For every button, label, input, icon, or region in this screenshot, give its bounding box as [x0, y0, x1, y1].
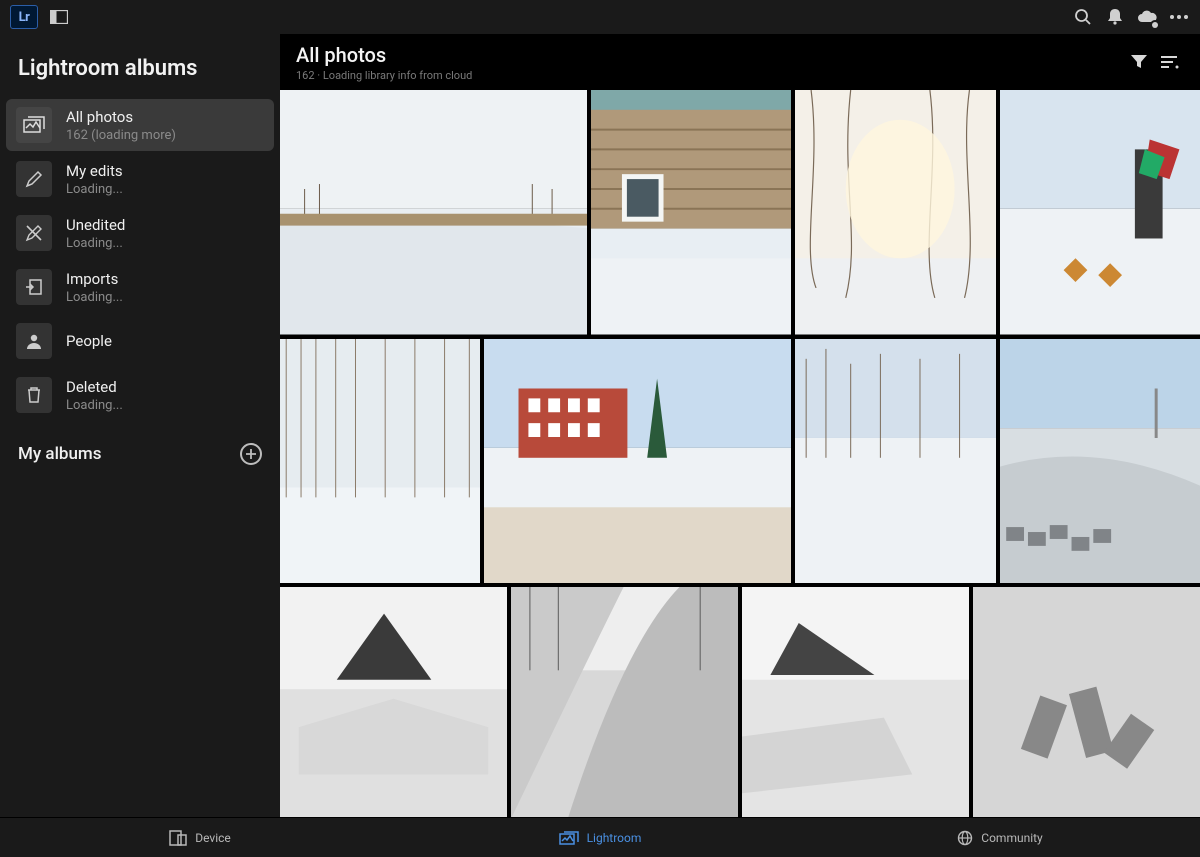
photo-thumbnail[interactable]	[973, 587, 1200, 817]
tab-device[interactable]: Device	[0, 830, 400, 846]
image-stack-icon	[16, 107, 52, 143]
photo-thumbnail[interactable]	[795, 339, 995, 584]
more-icon[interactable]	[1168, 6, 1190, 28]
photo-thumbnail[interactable]	[280, 339, 480, 584]
filter-icon[interactable]	[1124, 47, 1154, 77]
tab-community[interactable]: Community	[800, 830, 1200, 846]
sidebar-item-sublabel: Loading...	[66, 398, 123, 413]
sidebar-item-label: People	[66, 332, 112, 350]
import-icon	[16, 269, 52, 305]
sidebar-item-all-photos[interactable]: All photos 162 (loading more)	[6, 99, 274, 151]
panel-toggle-icon[interactable]	[48, 6, 70, 28]
sidebar-item-my-edits[interactable]: My edits Loading...	[6, 153, 274, 205]
my-albums-label: My albums	[18, 444, 101, 464]
photo-thumbnail[interactable]	[795, 90, 995, 335]
photo-thumbnail[interactable]	[280, 90, 587, 335]
sidebar-item-label: Unedited	[66, 216, 125, 234]
content-area: All photos 162 · Loading library info fr…	[280, 34, 1200, 817]
bottom-tab-bar: Device Lightroom Community	[0, 817, 1200, 857]
content-subtitle: 162 · Loading library info from cloud	[296, 69, 472, 82]
person-icon	[16, 323, 52, 359]
photo-grid	[280, 90, 1200, 817]
photo-thumbnail[interactable]	[1000, 339, 1200, 584]
sidebar-item-sublabel: 162 (loading more)	[66, 128, 176, 143]
trash-icon	[16, 377, 52, 413]
sidebar-item-label: My edits	[66, 162, 123, 180]
sidebar-item-label: All photos	[66, 108, 176, 126]
sidebar-item-imports[interactable]: Imports Loading...	[6, 261, 274, 313]
sidebar-item-sublabel: Loading...	[66, 290, 123, 305]
sidebar-nav-list: All photos 162 (loading more) My edits L…	[6, 99, 274, 421]
sidebar: Lightroom albums All photos 162 (loading…	[0, 34, 280, 817]
sidebar-item-label: Imports	[66, 270, 123, 288]
sidebar-item-people[interactable]: People	[6, 315, 274, 367]
photo-thumbnail[interactable]	[511, 587, 738, 817]
sidebar-item-unedited[interactable]: Unedited Loading...	[6, 207, 274, 259]
sidebar-item-label: Deleted	[66, 378, 123, 396]
pencil-icon	[16, 161, 52, 197]
photo-thumbnail[interactable]	[1000, 90, 1200, 335]
tab-label: Device	[195, 831, 231, 845]
photo-thumbnail[interactable]	[591, 90, 791, 335]
photo-thumbnail[interactable]	[484, 339, 791, 584]
app-logo: Lr	[10, 5, 38, 29]
sidebar-item-sublabel: Loading...	[66, 182, 123, 197]
no-edit-icon	[16, 215, 52, 251]
tab-label: Community	[981, 831, 1042, 845]
photo-thumbnail[interactable]	[742, 587, 969, 817]
notifications-icon[interactable]	[1104, 6, 1126, 28]
add-album-button[interactable]	[240, 443, 262, 465]
tab-lightroom[interactable]: Lightroom	[400, 831, 800, 845]
top-bar: Lr	[0, 0, 1200, 34]
my-albums-header: My albums	[6, 421, 274, 471]
photo-thumbnail[interactable]	[280, 587, 507, 817]
content-title: All photos	[296, 43, 472, 67]
sidebar-item-sublabel: Loading...	[66, 236, 125, 251]
content-header: All photos 162 · Loading library info fr…	[280, 34, 1200, 90]
cloud-sync-icon[interactable]	[1136, 6, 1158, 28]
search-icon[interactable]	[1072, 6, 1094, 28]
sort-icon[interactable]	[1154, 47, 1184, 77]
sidebar-title: Lightroom albums	[6, 48, 274, 99]
tab-label: Lightroom	[587, 831, 642, 845]
sidebar-item-deleted[interactable]: Deleted Loading...	[6, 369, 274, 421]
